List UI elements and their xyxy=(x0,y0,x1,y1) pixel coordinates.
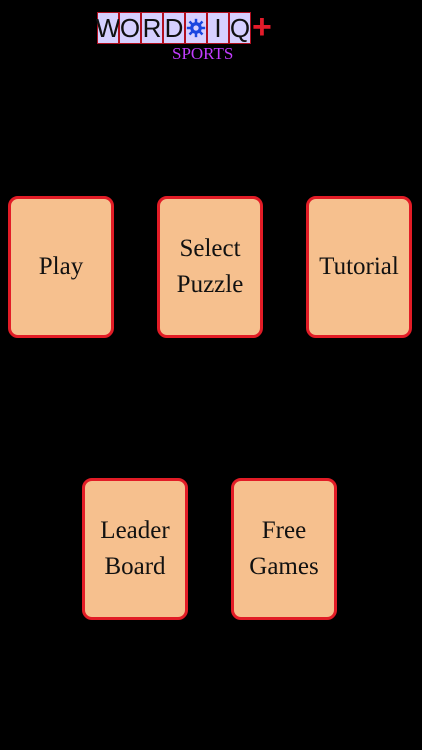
logo-tiles: W O R D I Q xyxy=(95,12,251,44)
play-button-label: Play xyxy=(38,253,84,280)
leader-board-button-label: Leader Board xyxy=(100,517,170,580)
logo-plus: + xyxy=(252,8,272,46)
free-games-button-label: Free Games xyxy=(249,517,319,580)
app-logo: W O R D I Q + xyxy=(95,8,272,46)
tutorial-button-label: Tutorial xyxy=(319,253,399,280)
free-games-button[interactable]: Free Games xyxy=(231,478,337,620)
logo-tile-gear xyxy=(185,12,207,44)
logo-tile-d: D xyxy=(163,12,185,44)
logo-tile-q: Q xyxy=(229,12,251,44)
logo-subtitle: SPORTS xyxy=(172,44,234,63)
select-puzzle-button-label: Select Puzzle xyxy=(176,235,244,298)
play-button[interactable]: Play xyxy=(8,196,114,338)
logo-tile-i: I xyxy=(207,12,229,44)
logo-tile-w: W xyxy=(95,12,121,44)
logo-tile-o: O xyxy=(119,12,141,44)
gear-icon xyxy=(186,18,206,38)
select-puzzle-button[interactable]: Select Puzzle xyxy=(157,196,263,338)
logo-tile-r: R xyxy=(141,12,163,44)
leader-board-button[interactable]: Leader Board xyxy=(82,478,188,620)
tutorial-button[interactable]: Tutorial xyxy=(306,196,412,338)
